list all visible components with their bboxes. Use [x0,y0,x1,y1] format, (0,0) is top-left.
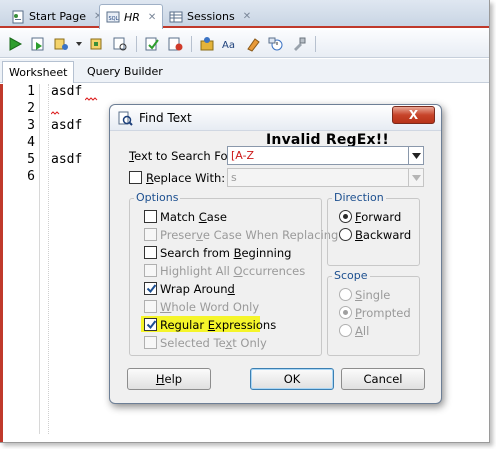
options-group-title: Options [134,191,181,204]
highlight-all-checkbox[interactable] [144,264,157,277]
close-tab-icon[interactable]: ✕ [148,12,156,23]
worksheet-toolbar: Aa [0,30,489,58]
start-page-icon [11,10,25,24]
syntax-error-squiggle [85,97,98,101]
uppercase-icon[interactable]: Aa [221,35,239,53]
scope-group-title: Scope [332,269,370,282]
whole-word-checkbox[interactable] [144,300,157,313]
find-text-dialog: Find Text X Invalid RegEx!! Text to Sear… [109,104,442,404]
line-number: 3 [27,118,35,133]
sql-worksheet-icon: SQL [106,10,120,24]
tab-start-page[interactable]: Start Page ✕ [4,4,109,28]
cancel-button[interactable]: Cancel [341,368,425,390]
code-line: asdf [51,84,83,99]
prompted-label: Prompted [355,306,411,320]
clear-icon[interactable] [244,35,262,53]
radio-dot [343,310,348,315]
match-case-checkbox[interactable] [144,210,157,223]
search-from-beginning-label: Search from Beginning [160,246,292,260]
match-case-label: Match Case [160,210,227,224]
forward-radio[interactable] [339,210,352,223]
preserve-case-label: Preserve Case When Replacing [160,228,339,242]
dialog-title: Find Text [139,111,192,125]
direction-group-title: Direction [332,191,386,204]
backward-radio[interactable] [339,228,352,241]
chevron-down-icon [408,169,423,186]
tab-hr[interactable]: SQL HR ✕ [99,4,164,29]
svg-text:Aa: Aa [222,40,235,51]
chevron-down-icon[interactable] [408,147,423,164]
replace-text-value: s [231,171,237,184]
run-statement-icon[interactable] [6,35,24,53]
prompted-radio[interactable] [339,306,352,319]
checkmark-icon [146,284,157,294]
all-label: All [355,324,370,338]
line-number: 2 [27,101,35,116]
help-button[interactable]: Help [127,368,211,390]
sql-tuning-icon[interactable] [198,35,216,53]
selected-text-only-label: Selected Text Only [160,336,267,350]
tab-sessions[interactable]: Sessions ✕ [162,4,258,28]
commit-icon[interactable] [52,35,70,53]
rollback-icon[interactable] [88,35,106,53]
tab-label: Sessions [187,10,235,23]
history-icon[interactable] [267,35,285,53]
line-number-gutter: 1 2 3 4 5 6 [3,84,39,442]
rollback-transaction-icon[interactable] [166,35,184,53]
backward-label: Backward [355,228,412,242]
checkmark-icon [146,320,157,330]
selected-text-only-checkbox[interactable] [144,336,157,349]
indent-guide [48,84,49,434]
whole-word-label: Whole Word Only [160,300,260,314]
code-line: asdf [51,152,83,167]
autotrace-icon[interactable] [111,35,129,53]
tools-icon[interactable] [290,35,308,53]
gutter-divider [39,84,40,434]
run-script-icon[interactable] [29,35,47,53]
dialog-title-bar[interactable]: Find Text X [110,105,441,131]
line-number: 1 [27,84,35,99]
highlight-all-label: Highlight All Occurrences [160,264,306,278]
line-number: 6 [27,169,35,184]
search-text-value: [A-Z [231,149,255,162]
tab-query-builder[interactable]: Query Builder [81,61,169,83]
search-text-combobox[interactable]: [A-Z [227,146,424,165]
tab-worksheet[interactable]: Worksheet [2,61,75,83]
regular-expressions-label: Regular Expressions [160,318,277,332]
replace-label: Replace With: [146,171,226,185]
forward-label: Forward [355,210,402,224]
preserve-case-checkbox[interactable] [144,228,157,241]
commit-transaction-icon[interactable] [143,35,161,53]
single-radio[interactable] [339,288,352,301]
editor-tab-bar: Start Page ✕ SQL HR ✕ Sessions ✕ [0,0,489,29]
tab-label: Start Page [29,10,86,23]
line-number: 4 [27,135,35,150]
wrap-around-checkbox[interactable] [144,282,157,295]
search-label: Text to Search For: [129,149,236,163]
search-from-beginning-checkbox[interactable] [144,246,157,259]
worksheet-subtabs: Worksheet Query Builder [0,59,489,83]
regular-expressions-checkbox[interactable] [144,318,157,331]
wrap-around-label: Wrap Around [160,282,235,296]
close-icon: X [408,108,419,122]
all-radio[interactable] [339,324,352,337]
find-text-icon [118,111,133,126]
ok-button[interactable]: OK [250,368,334,390]
radio-dot [343,214,348,219]
syntax-error-squiggle [51,111,60,115]
table-icon [169,10,183,24]
close-button[interactable]: X [392,106,435,124]
tab-label: HR [124,10,140,24]
replace-with-checkbox[interactable] [129,171,142,184]
toolbar-separator [191,35,192,52]
code-line: asdf [51,118,83,133]
single-label: Single [355,288,391,302]
line-number: 5 [27,152,35,167]
replace-text-combobox[interactable]: s [227,168,424,187]
close-tab-icon[interactable]: ✕ [243,11,251,22]
toolbar-separator [315,35,316,52]
svg-text:SQL: SQL [109,16,119,22]
toolbar-separator [136,35,137,52]
chevron-down-icon[interactable] [75,35,83,53]
